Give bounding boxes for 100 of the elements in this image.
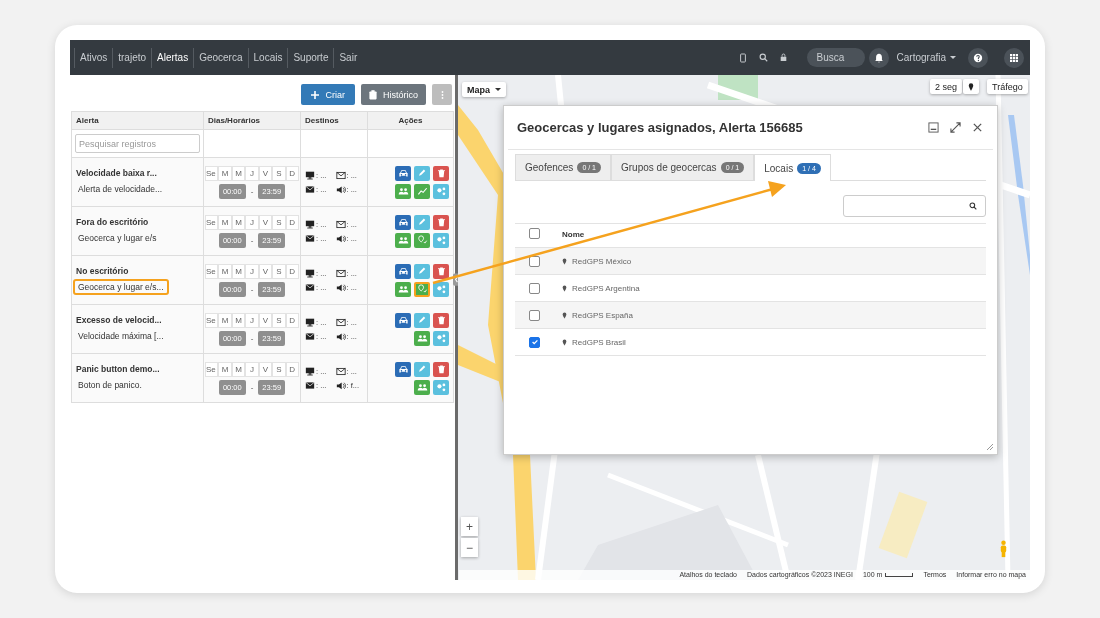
vehicles-button[interactable] [395, 165, 411, 181]
expand-icon[interactable] [950, 122, 961, 133]
monitor-icon [305, 268, 315, 278]
location-button[interactable] [963, 79, 979, 94]
day-toggle[interactable]: S [272, 165, 286, 181]
nav-tab[interactable]: Locais [247, 47, 288, 68]
envelope-icon [335, 366, 346, 376]
person-icon[interactable] [999, 540, 1008, 558]
column-header: Destinos [300, 111, 368, 130]
close-icon[interactable] [972, 122, 983, 133]
day-toggle[interactable]: J [245, 263, 259, 279]
day-toggle[interactable]: J [245, 312, 259, 328]
day-toggle[interactable]: S [272, 263, 286, 279]
search-field[interactable]: Busca [806, 48, 865, 67]
speaker-icon [335, 184, 346, 194]
refresh-interval[interactable]: 2 seg [930, 79, 963, 94]
apps-button[interactable] [1004, 47, 1024, 68]
settings-button[interactable] [433, 232, 449, 248]
envelope-icon [305, 331, 315, 341]
resize-grip-icon[interactable] [986, 443, 994, 451]
history-button[interactable]: Histórico [361, 84, 426, 105]
map-pin-icon [968, 82, 974, 91]
delete-button[interactable] [433, 312, 449, 328]
day-toggle[interactable]: S [272, 361, 286, 377]
pencil-icon [416, 168, 428, 178]
caret-icon [950, 56, 956, 59]
speaker-icon [335, 282, 346, 292]
traffic-button[interactable]: Tráfego [987, 79, 1028, 94]
contacts-button[interactable] [414, 379, 430, 395]
checkbox[interactable] [529, 282, 540, 294]
lock-icon[interactable] [779, 53, 787, 62]
settings-button[interactable] [433, 330, 449, 346]
vehicles-button[interactable] [395, 263, 411, 279]
delete-button[interactable] [433, 263, 449, 279]
day-toggle[interactable]: M [218, 263, 232, 279]
day-toggle[interactable]: J [245, 165, 259, 181]
settings-button[interactable] [433, 281, 449, 297]
checkbox[interactable] [529, 309, 540, 321]
contacts-button[interactable] [395, 281, 411, 297]
day-toggle[interactable]: S [272, 312, 286, 328]
contacts-button[interactable] [414, 330, 430, 346]
zoom-in-button[interactable]: + [461, 517, 478, 536]
day-toggle[interactable]: J [245, 214, 259, 230]
zoom-out-button[interactable]: − [461, 538, 478, 557]
vehicles-button[interactable] [395, 214, 411, 230]
minimize-icon[interactable] [928, 122, 939, 133]
nav-tab[interactable]: Suporte [287, 47, 334, 68]
place-name: RedGPS Argentina [572, 283, 640, 293]
help-button[interactable] [968, 47, 988, 68]
search-icon[interactable] [758, 53, 768, 62]
nav-tab[interactable]: Ativos [74, 47, 113, 68]
phone-icon[interactable] [738, 52, 747, 63]
bell-icon [873, 52, 884, 63]
day-toggle[interactable]: S [272, 214, 286, 230]
vehicles-button[interactable] [395, 312, 411, 328]
search-field[interactable] [843, 195, 986, 217]
alert-name: No escritório [75, 265, 130, 276]
time-separator: - [250, 382, 254, 392]
settings-button[interactable] [433, 379, 449, 395]
speaker-icon [335, 233, 346, 243]
day-toggle[interactable]: Se [205, 165, 219, 181]
nav-tab[interactable]: Geocerca [193, 47, 248, 68]
alert-type: Geocerca y lugar e/s... [73, 278, 169, 295]
places-button[interactable] [414, 281, 430, 297]
day-toggle[interactable]: M [218, 312, 232, 328]
car-icon [397, 364, 409, 374]
checkbox[interactable] [529, 336, 540, 348]
trash-icon [435, 364, 447, 374]
day-toggle[interactable]: Se [205, 214, 219, 230]
day-toggle[interactable]: M [218, 165, 232, 181]
envelope-icon [305, 380, 315, 390]
gears-icon [435, 284, 447, 294]
nav-tab[interactable]: trajeto [112, 47, 152, 68]
places-button[interactable] [414, 232, 430, 248]
trend-button[interactable] [414, 183, 430, 199]
checkbox[interactable] [529, 228, 540, 239]
map-type-menu[interactable]: Mapa [462, 82, 506, 97]
monitor-icon [305, 317, 315, 327]
nav-tab[interactable]: Sair [333, 47, 363, 68]
day-toggle[interactable]: Se [205, 263, 219, 279]
contacts-button[interactable] [395, 232, 411, 248]
notifications-button[interactable] [868, 47, 889, 68]
day-toggle[interactable]: Se [205, 361, 219, 377]
delete-button[interactable] [433, 214, 449, 230]
contacts-button[interactable] [395, 183, 411, 199]
nav-tab[interactable]: Alertas [151, 47, 194, 68]
day-toggle[interactable]: M [218, 361, 232, 377]
column-header: Ações [367, 111, 454, 130]
day-toggle[interactable]: Se [205, 312, 219, 328]
day-toggle[interactable]: M [218, 214, 232, 230]
delete-button[interactable] [433, 165, 449, 181]
map-menu[interactable]: Cartografia [896, 52, 956, 63]
plus-icon [311, 90, 320, 99]
day-toggle[interactable]: J [245, 361, 259, 377]
delete-button[interactable] [433, 361, 449, 377]
checkbox[interactable] [529, 255, 540, 267]
dialog-title: Geocercas y lugares asignados, Alerta 156685 [517, 120, 804, 135]
settings-button[interactable] [433, 183, 449, 199]
create-button[interactable]: Criar [301, 84, 355, 105]
vehicles-button[interactable] [395, 361, 411, 377]
